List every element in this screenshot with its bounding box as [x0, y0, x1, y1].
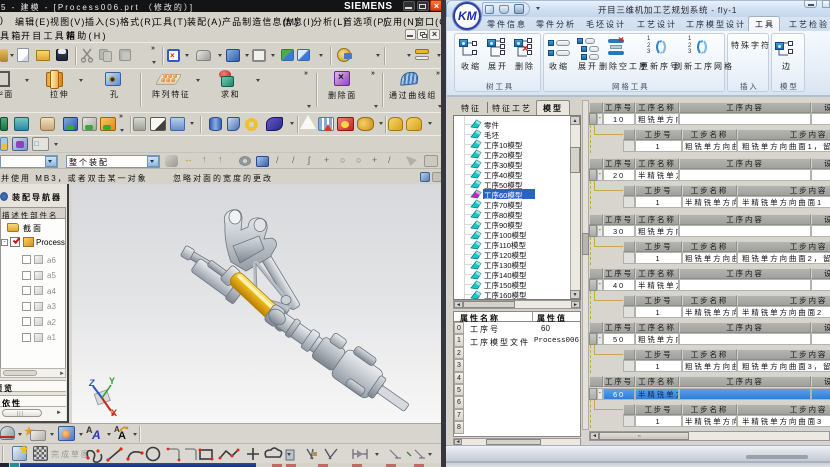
- svg-text:Y: Y: [109, 376, 115, 386]
- svg-text:Z: Z: [88, 378, 95, 388]
- svg-text:X: X: [111, 408, 117, 418]
